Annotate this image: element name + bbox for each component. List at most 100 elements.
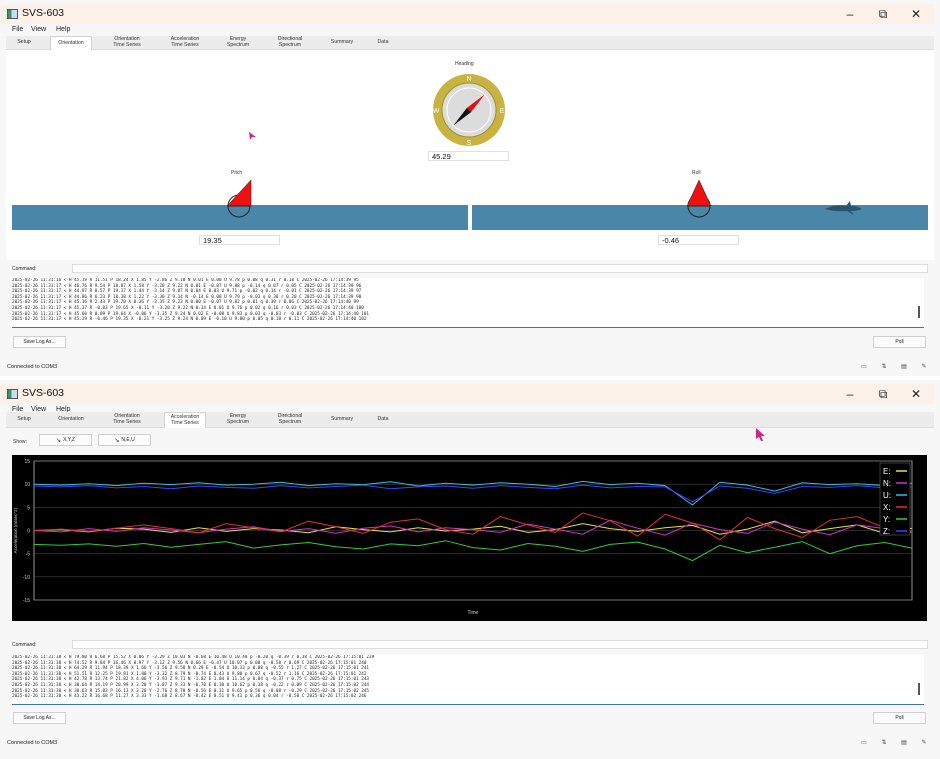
x-axis-label: Time — [468, 610, 479, 616]
show-neu-button[interactable]: ↘ N,E,U — [98, 434, 151, 446]
window-title: SVS-603 — [22, 7, 65, 19]
tab-acceleration-time-series[interactable]: Acceleration Time Series — [164, 36, 206, 50]
tab-orientation-time-series[interactable]: Orientation Time Series — [106, 36, 148, 50]
tab-setup[interactable]: Setup — [12, 412, 36, 428]
tab-setup[interactable]: Setup — [12, 36, 36, 50]
compass-north: N — [466, 76, 471, 83]
heading-label: Heading — [455, 61, 474, 67]
poll-button[interactable]: Poll — [873, 712, 926, 724]
title-bar[interactable]: SVS-603 – ⧉ ✕ — [0, 384, 934, 404]
pitch-label: Pitch — [231, 170, 243, 176]
command-row: Command: — [6, 264, 928, 274]
series-line-u — [33, 480, 913, 506]
show-xyz-label: X,Y,Z — [63, 437, 75, 443]
legend-label: Y: — [883, 515, 890, 524]
tab-directional-spectrum[interactable]: Directional Spectrum — [270, 36, 310, 50]
title-bar[interactable]: SVS-603 – ⧉ ✕ — [0, 4, 934, 24]
y-tick-label: -5 — [26, 552, 31, 558]
tab-data[interactable]: Data — [372, 36, 394, 50]
acceleration-chart[interactable]: 15 10 5 0 -5 -10 -15 Time Acceleration (m/sec^2)… — [12, 455, 927, 621]
tab-directional-spectrum[interactable]: Directional Spectrum — [270, 412, 310, 428]
tab-acceleration-time-series[interactable]: Acceleration Time Series — [164, 412, 206, 428]
status-text: Connected to COM3 — [7, 364, 58, 370]
command-input[interactable] — [72, 640, 928, 649]
compass-west: W — [433, 108, 440, 115]
chart-toggle-icon: ↘ — [114, 437, 120, 444]
tab-summary[interactable]: Summary — [324, 36, 360, 50]
save-icon[interactable]: ▤ — [898, 362, 910, 372]
log-output[interactable]: 2025-02-26 11:31:38 < H 79.80 R 6.68 P 1… — [12, 655, 924, 705]
save-icon[interactable]: ▤ — [898, 738, 910, 748]
edit-icon[interactable]: ✎ — [918, 738, 930, 748]
scrollbar[interactable] — [918, 683, 920, 695]
series-line-z — [33, 484, 913, 503]
y-tick-label: -15 — [23, 598, 30, 604]
tab-energy-spectrum[interactable]: Energy Spectrum — [220, 412, 256, 428]
tab-energy-spectrum[interactable]: Energy Spectrum — [220, 36, 256, 50]
y-tick-label: 10 — [24, 482, 30, 488]
tab-data[interactable]: Data — [372, 412, 394, 428]
command-input[interactable] — [72, 264, 928, 273]
roll-indicator-icon — [686, 179, 712, 218]
app-icon — [7, 389, 18, 399]
roll-value: -0.46 — [658, 235, 739, 245]
y-tick-label: 15 — [24, 459, 30, 465]
menu-file[interactable]: File — [12, 26, 23, 33]
menu-help[interactable]: Help — [56, 26, 70, 33]
save-log-button[interactable]: Save Log As... — [13, 712, 66, 724]
close-icon[interactable]: ✕ — [906, 385, 926, 403]
minimize-panel-icon[interactable]: ▭ — [858, 738, 870, 748]
pin-icon[interactable]: ⇅ — [878, 738, 890, 748]
shark-icon — [825, 201, 862, 215]
window-title: SVS-603 — [22, 387, 65, 399]
chart-toggle-icon: ↘ — [56, 437, 62, 444]
tab-orientation[interactable]: Orientation — [50, 412, 92, 428]
show-label: Show: — [13, 439, 27, 445]
status-text: Connected to COM3 — [7, 740, 58, 746]
compass-icon: N E S W — [433, 74, 505, 147]
poll-button[interactable]: Poll — [873, 336, 926, 348]
y-tick-label: 0 — [27, 529, 30, 535]
compass-east: E — [500, 108, 505, 115]
chart-svg: 15 10 5 0 -5 -10 -15 Time Acceleration (m/sec^2)… — [13, 459, 913, 616]
tab-orientation[interactable]: Orientation — [50, 36, 92, 50]
menu-bar: File View Help — [0, 24, 940, 36]
show-neu-label: N,E,U — [121, 437, 135, 443]
restore-icon[interactable]: ⧉ — [873, 385, 893, 403]
tab-orientation-time-series[interactable]: Orientation Time Series — [106, 412, 148, 428]
restore-icon[interactable]: ⧉ — [873, 5, 893, 23]
legend-label: N: — [883, 479, 891, 488]
log-line: 2025-02-26 11:31:17 < H 45.29 R -0.46 P … — [12, 317, 367, 323]
minimize-icon[interactable]: – — [840, 385, 860, 403]
scrollbar[interactable] — [918, 306, 920, 318]
pitch-value: 19.35 — [199, 235, 280, 245]
y-tick-label: -10 — [23, 575, 30, 581]
legend-label: U: — [883, 491, 891, 500]
app-icon — [7, 9, 18, 19]
tab-bar: Setup Orientation Orientation Time Serie… — [6, 412, 934, 428]
command-label: Command: — [12, 642, 37, 648]
heading-value: 45.29 — [428, 151, 509, 161]
save-log-button[interactable]: Save Log As... — [13, 336, 66, 348]
series-line-y — [33, 540, 913, 562]
tab-summary[interactable]: Summary — [324, 412, 360, 428]
command-row: Command: — [6, 640, 928, 650]
log-output[interactable]: 2025-02-26 11:31:16 < H 45.19 R 11.51 P … — [12, 278, 924, 328]
mouse-cursor-icon — [249, 132, 256, 140]
close-icon[interactable]: ✕ — [906, 5, 926, 23]
legend-label: X: — [883, 503, 891, 512]
roll-label: Roll — [692, 170, 701, 176]
pitch-indicator-icon — [226, 179, 252, 218]
edit-icon[interactable]: ✎ — [918, 362, 930, 372]
window-orientation: SVS-603 – ⧉ ✕ File View Help Setup Orien… — [0, 0, 940, 376]
command-label: Command: — [12, 266, 37, 272]
tab-bar: Setup Orientation Orientation Time Serie… — [6, 36, 934, 50]
legend-label: Z: — [883, 527, 890, 536]
menu-view[interactable]: View — [31, 26, 46, 33]
y-axis-label: Acceleration (m/sec^2) — [13, 507, 18, 553]
legend-label: E: — [883, 467, 891, 476]
minimize-panel-icon[interactable]: ▭ — [858, 362, 870, 372]
show-xyz-button[interactable]: ↘ X,Y,Z — [39, 434, 92, 446]
minimize-icon[interactable]: – — [840, 5, 860, 23]
pin-icon[interactable]: ⇅ — [878, 362, 890, 372]
